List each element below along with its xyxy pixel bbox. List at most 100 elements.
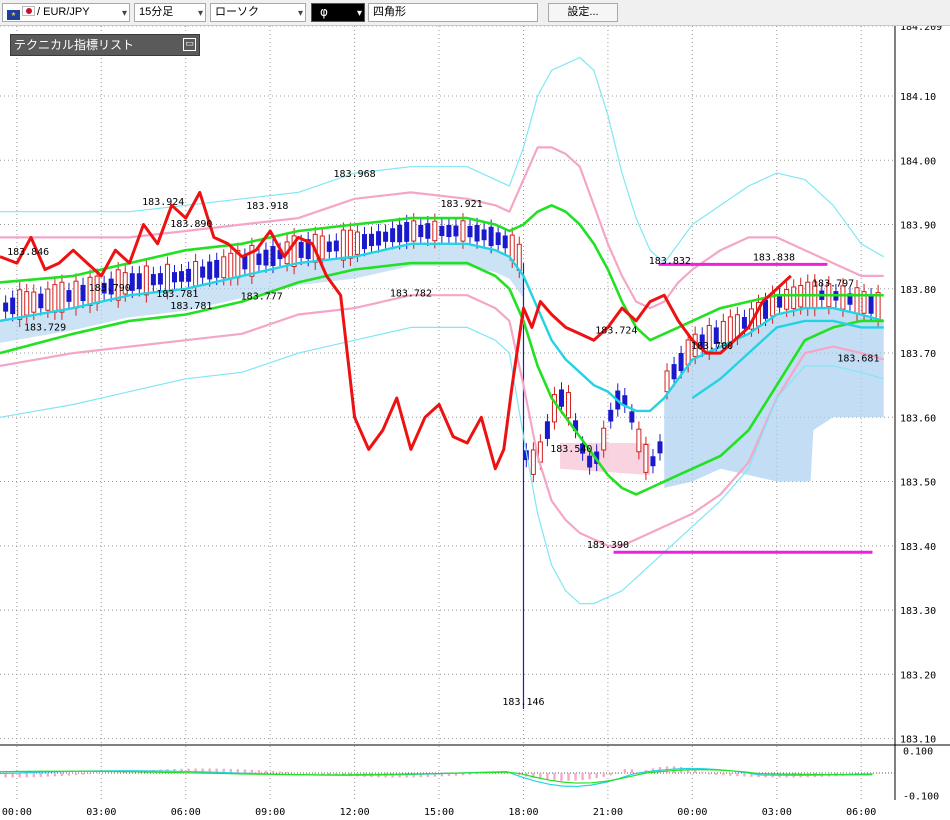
histogram-bar (574, 773, 577, 781)
histogram-bar (67, 773, 71, 776)
candle-body (376, 231, 382, 246)
x-tick-label: 00:00 (677, 807, 707, 818)
histogram-bar (81, 773, 85, 775)
price-label: 183.790 (89, 283, 131, 294)
symbol-select[interactable]: ★ / EUR/JPY ▾ (2, 3, 130, 22)
histogram-bar (553, 773, 556, 781)
candle-body (446, 224, 452, 238)
candle-body (558, 389, 564, 407)
y-tick-label: 183.80 (900, 285, 936, 296)
histogram-bar (25, 773, 28, 778)
candle-body (45, 288, 51, 311)
chevron-down-icon: ▾ (297, 8, 303, 19)
sub-y-tick-label: 0.100 (903, 747, 933, 758)
x-tick-label: 12:00 (340, 807, 370, 818)
x-tick-label: 03:00 (762, 807, 792, 818)
candle-body (875, 292, 881, 321)
settings-button[interactable]: 設定... (548, 3, 618, 22)
candle-body (474, 224, 480, 242)
candle-body (136, 273, 142, 290)
candle-body (369, 233, 375, 247)
candle-body (17, 289, 23, 320)
x-tick-label: 21:00 (593, 807, 623, 818)
y-tick-label: 183.30 (900, 606, 936, 617)
price-label: 183.729 (24, 322, 66, 333)
candle-body (221, 256, 227, 279)
candle-body (530, 449, 536, 475)
price-label: 183.924 (142, 197, 184, 208)
x-tick-label: 00:00 (2, 807, 32, 818)
histogram-bar (60, 773, 64, 776)
histogram-bar (257, 770, 261, 773)
candle-body (791, 286, 797, 310)
candle-body (657, 441, 663, 454)
indicator-list-panel[interactable]: テクニカル指標リスト ▭ (10, 34, 200, 56)
candle-body (52, 284, 58, 313)
candle-body (214, 259, 220, 278)
candle-body (664, 370, 670, 393)
histogram-bar (46, 773, 50, 777)
histogram-bar (18, 773, 21, 778)
timeframe-label: 15分足 (139, 6, 174, 18)
candle-body (495, 232, 501, 246)
candle-body (150, 274, 156, 286)
histogram-bar (314, 773, 317, 775)
timeframe-select[interactable]: 15分足 ▾ (134, 3, 206, 22)
histogram-bar (708, 773, 711, 775)
candle-body (319, 235, 325, 260)
chevron-down-icon: ▾ (121, 8, 127, 19)
candle-body (404, 222, 410, 242)
y-tick-label: 184.00 (900, 156, 936, 167)
toolbar: ★ / EUR/JPY ▾ 15分足 ▾ ローソク ▾ φ ▾ 四角形 設定... (0, 0, 950, 26)
histogram-bar (117, 772, 120, 773)
candle-body (636, 428, 642, 453)
candle-body (868, 295, 874, 314)
price-label: 183.832 (649, 256, 691, 267)
collapse-icon[interactable]: ▭ (183, 38, 196, 51)
candle-body (298, 241, 304, 258)
candle-body (256, 253, 262, 265)
candle-body (544, 421, 550, 439)
candle-body (643, 443, 649, 473)
histogram-bar (701, 771, 704, 773)
tool-icon: φ (320, 5, 328, 19)
shape-input[interactable]: 四角形 (368, 3, 538, 22)
price-chart[interactable]: 183.846 183.729 183.790 183.924 183.890 183.7… (0, 26, 950, 820)
x-tick-label: 09:00 (255, 807, 285, 818)
candle-body (418, 224, 424, 238)
price-label: 183.838 (753, 252, 795, 263)
candle-body (207, 261, 213, 280)
price-label: 183.724 (595, 326, 637, 337)
candle-body (354, 231, 360, 255)
candle-body (80, 284, 86, 302)
price-label: 183.781 (170, 301, 212, 312)
indicator-list-title: テクニカル指標リスト (14, 38, 135, 52)
chart-style-select[interactable]: ローソク ▾ (210, 3, 306, 22)
candle-body (157, 273, 163, 285)
candle-body (200, 266, 206, 278)
price-label: 183.890 (170, 219, 212, 230)
candle-body (777, 294, 783, 308)
histogram-bar (581, 773, 584, 781)
candle-body (179, 271, 185, 282)
candle-body (425, 223, 431, 239)
price-label: 183.777 (241, 292, 283, 303)
y-tick-label: 184.10 (900, 92, 936, 103)
candle-body (333, 240, 339, 252)
x-tick-label: 06:00 (171, 807, 201, 818)
y-tick-label: 183.70 (900, 349, 936, 360)
histogram-bar (53, 773, 57, 777)
candle-body (784, 289, 790, 310)
candle-body (228, 252, 234, 279)
candle-body (390, 228, 396, 243)
chevron-down-icon: ▾ (197, 8, 203, 19)
histogram-bar (736, 773, 739, 777)
candle-body (3, 302, 9, 312)
candle-body (38, 293, 44, 309)
candle-body (727, 316, 733, 343)
histogram-bar (715, 773, 718, 775)
drawing-tool-select[interactable]: φ ▾ (311, 3, 365, 22)
histogram-bar (595, 773, 598, 779)
candle-body (263, 249, 269, 266)
histogram-bar (560, 773, 563, 781)
